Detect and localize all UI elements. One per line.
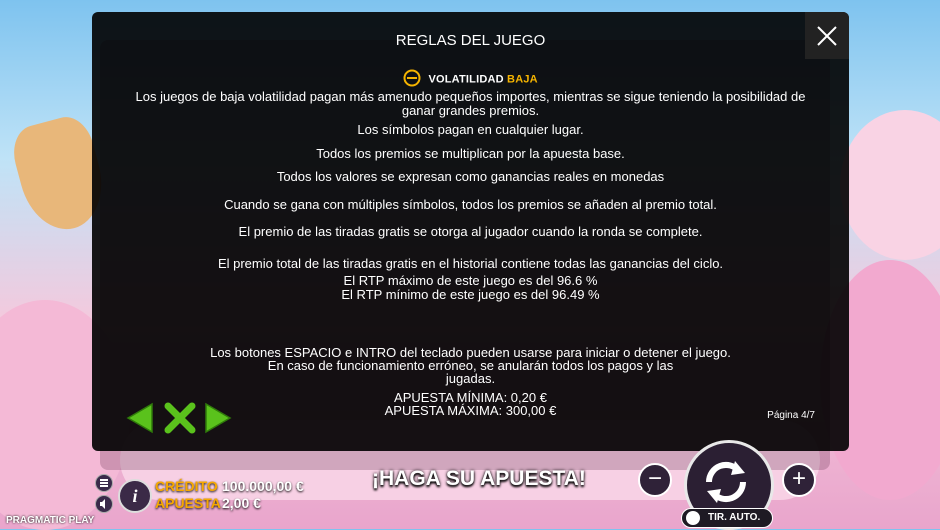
background-cake-right [840, 110, 940, 260]
increase-bet-button[interactable]: + [782, 463, 816, 497]
rule-line: jugadas. [445, 371, 496, 386]
close-button[interactable] [805, 12, 849, 59]
brand-logo: PRAGMATIC PLAY [6, 515, 95, 526]
volatility-gauge-icon [403, 69, 421, 90]
rules-pagination [126, 402, 236, 436]
rule-line: Los juegos de baja volatilidad pagan más… [135, 89, 806, 104]
status-message: ¡HAGA SU APUESTA! [372, 467, 586, 490]
rule-line: Todos los premios se multiplican por la … [316, 146, 625, 161]
autoplay-icon [686, 511, 700, 525]
speaker-icon [100, 499, 105, 509]
previous-page-arrow-icon[interactable] [126, 402, 154, 434]
menu-icon-line [100, 485, 108, 487]
rule-line: ganar grandes premios. [401, 103, 540, 118]
modal-title: REGLAS DEL JUEGO [395, 32, 546, 49]
menu-button[interactable] [95, 474, 113, 492]
close-rules-x-icon[interactable] [164, 402, 196, 434]
volatility-label: VOLATILIDAD [428, 73, 504, 86]
decrease-bet-button[interactable]: − [638, 463, 672, 497]
credit-label: CRÉDITO [155, 478, 218, 494]
rule-line: El RTP máximo de este juego es del 96.6 … [343, 273, 598, 288]
game-rules-modal: REGLAS DEL JUEGO VOLATILIDAD BAJA Los ju… [92, 12, 849, 451]
autoplay-button[interactable]: TIR. AUTO. [681, 508, 773, 528]
bottom-bar: i CRÉDITO 100.000,00 € APUESTA 2,00 € ¡H… [0, 440, 940, 530]
rule-line: El RTP mínimo de este juego es del 96.49… [341, 287, 600, 302]
sound-button[interactable] [95, 495, 113, 513]
menu-icon [100, 479, 108, 481]
bet-label: APUESTA [155, 495, 221, 511]
next-page-arrow-icon[interactable] [204, 402, 232, 434]
volatility-indicator: VOLATILIDAD BAJA [92, 69, 849, 90]
info-button[interactable]: i [118, 479, 152, 513]
bet-value: 2,00 € [222, 495, 261, 511]
rule-line: El premio total de las tiradas gratis en… [217, 256, 724, 271]
volatility-level: BAJA [507, 73, 538, 86]
close-icon [817, 26, 837, 46]
autoplay-label: TIR. AUTO. [708, 512, 761, 523]
spin-arrows-icon [705, 461, 747, 503]
rule-line: El premio de las tiradas gratis se otorg… [238, 224, 703, 239]
rule-line: Los símbolos pagan en cualquier lugar. [357, 122, 584, 137]
rule-line: Todos los valores se expresan como ganan… [276, 169, 665, 184]
credit-value: 100.000,00 € [222, 478, 304, 494]
menu-icon-line [100, 482, 108, 484]
page-indicator: Página 4/7 [767, 410, 815, 421]
rule-line: Cuando se gana con múltiples símbolos, t… [224, 197, 717, 212]
